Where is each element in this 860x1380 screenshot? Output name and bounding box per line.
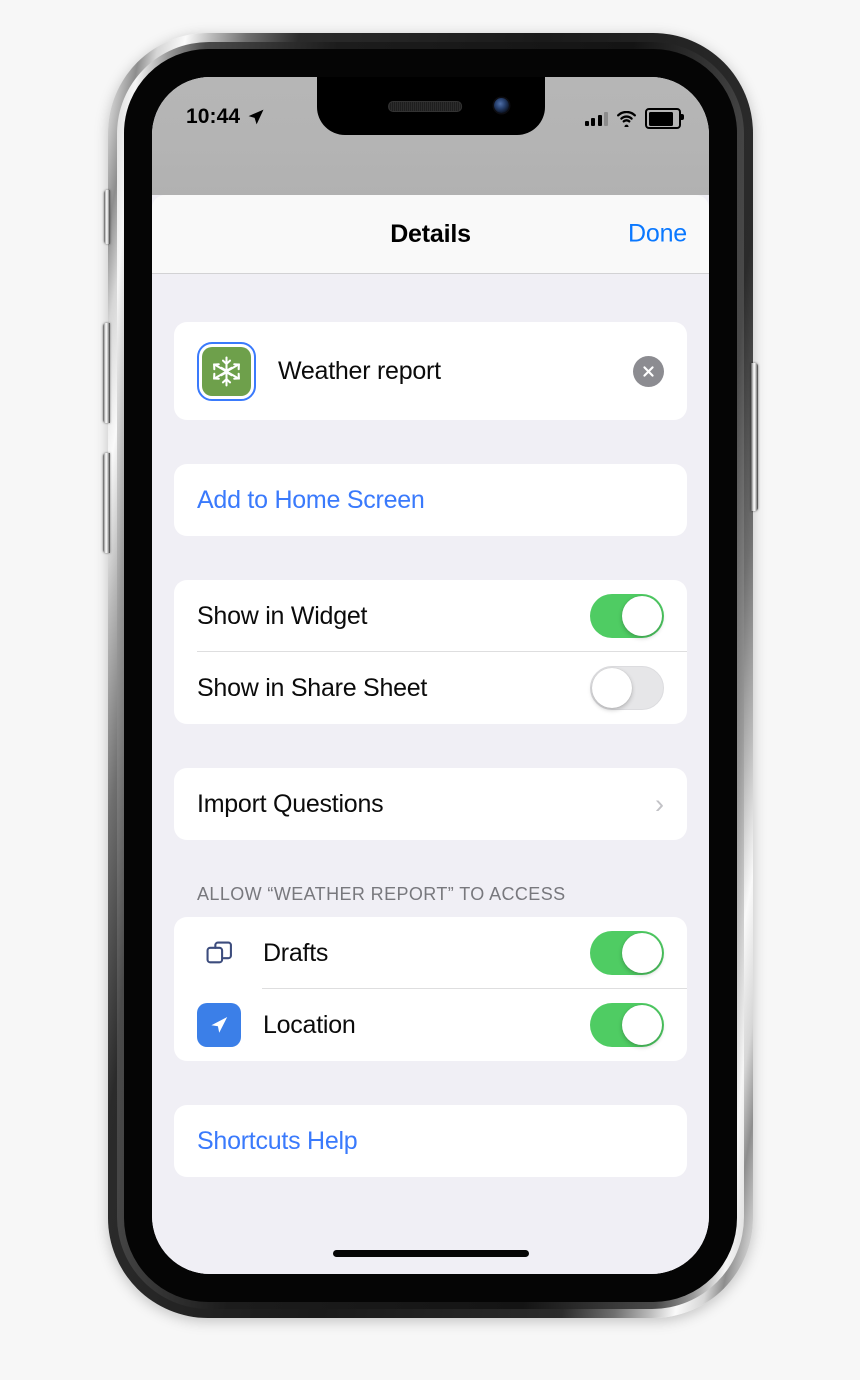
close-x-glyph — [643, 365, 654, 377]
volume-down-button[interactable] — [103, 453, 110, 553]
home-indicator[interactable] — [332, 1250, 529, 1257]
visibility-switches-card: Show in Widget Show in Share Sheet — [174, 580, 687, 724]
location-arrow-glyph — [211, 1016, 228, 1033]
status-bar-right — [584, 108, 684, 129]
battery-icon — [645, 108, 684, 129]
toggle-knob — [622, 933, 662, 973]
toggle-knob — [592, 668, 632, 708]
toggle-knob — [622, 1005, 662, 1045]
add-to-home-screen-button[interactable]: Add to Home Screen — [174, 464, 687, 536]
status-bar: 10:44 — [152, 77, 709, 195]
location-permission-row[interactable]: Location — [174, 989, 687, 1061]
page-title: Details — [390, 219, 471, 248]
phone-device-frame: 10:44 Details Done Weather report Add to… — [103, 33, 758, 1318]
shortcuts-help-label: Shortcuts Help — [197, 1126, 358, 1155]
location-arrow-icon — [248, 109, 264, 125]
show-in-share-sheet-toggle[interactable] — [590, 666, 664, 710]
import-questions-card: Import Questions › — [174, 768, 687, 840]
drafts-permission-row[interactable]: Drafts — [174, 917, 687, 989]
shortcut-name-card: Weather report — [174, 322, 687, 420]
drafts-label: Drafts — [263, 938, 329, 967]
shortcut-icon-selected-ring[interactable] — [197, 341, 256, 401]
snowflake-icon — [213, 356, 240, 386]
settings-content: Weather report Add to Home Screen Show i… — [152, 274, 709, 1177]
front-camera-icon — [493, 98, 509, 113]
status-bar-time: 10:44 — [186, 105, 241, 128]
drafts-icon — [197, 931, 241, 975]
access-permissions-card: Drafts Location — [174, 917, 687, 1061]
show-in-widget-toggle[interactable] — [590, 594, 664, 638]
drafts-toggle[interactable] — [590, 931, 664, 975]
details-modal-sheet: Details Done Weather report Add to Home … — [152, 195, 709, 1274]
import-questions-label: Import Questions — [197, 789, 384, 818]
done-button[interactable]: Done — [628, 220, 687, 249]
status-bar-left: 10:44 — [186, 105, 265, 129]
location-label: Location — [263, 1010, 356, 1039]
shortcut-name-label: Weather report — [278, 356, 441, 385]
import-questions-row[interactable]: Import Questions › — [174, 768, 687, 840]
shortcuts-help-button[interactable]: Shortcuts Help — [174, 1105, 687, 1177]
phone-screen: 10:44 Details Done Weather report Add to… — [152, 77, 709, 1274]
silent-switch-button[interactable] — [104, 190, 110, 244]
cellular-signal-icon — [584, 111, 608, 126]
shortcut-glyph-background — [202, 346, 251, 396]
access-section-header: ALLOW “WEATHER REPORT” TO ACCESS — [197, 884, 566, 904]
wifi-icon — [617, 110, 636, 127]
clear-icon[interactable] — [633, 355, 664, 387]
location-icon — [197, 1003, 241, 1047]
show-in-widget-label: Show in Widget — [197, 601, 368, 630]
power-side-button[interactable] — [751, 363, 758, 511]
navigation-bar: Details Done — [152, 195, 709, 274]
shortcut-name-row[interactable]: Weather report — [174, 322, 687, 420]
location-toggle[interactable] — [590, 1003, 664, 1047]
show-in-share-sheet-row[interactable]: Show in Share Sheet — [174, 652, 687, 724]
add-to-home-screen-card: Add to Home Screen — [174, 464, 687, 536]
add-to-home-screen-label: Add to Home Screen — [197, 485, 425, 514]
drafts-glyph — [206, 941, 232, 963]
show-in-widget-row[interactable]: Show in Widget — [174, 580, 687, 652]
toggle-knob — [622, 596, 662, 636]
chevron-right-icon: › — [655, 788, 664, 819]
shortcuts-help-card: Shortcuts Help — [174, 1105, 687, 1177]
volume-up-button[interactable] — [103, 323, 110, 423]
show-in-share-sheet-label: Show in Share Sheet — [197, 673, 428, 702]
earpiece-speaker-icon — [387, 101, 462, 112]
notch — [316, 77, 545, 135]
